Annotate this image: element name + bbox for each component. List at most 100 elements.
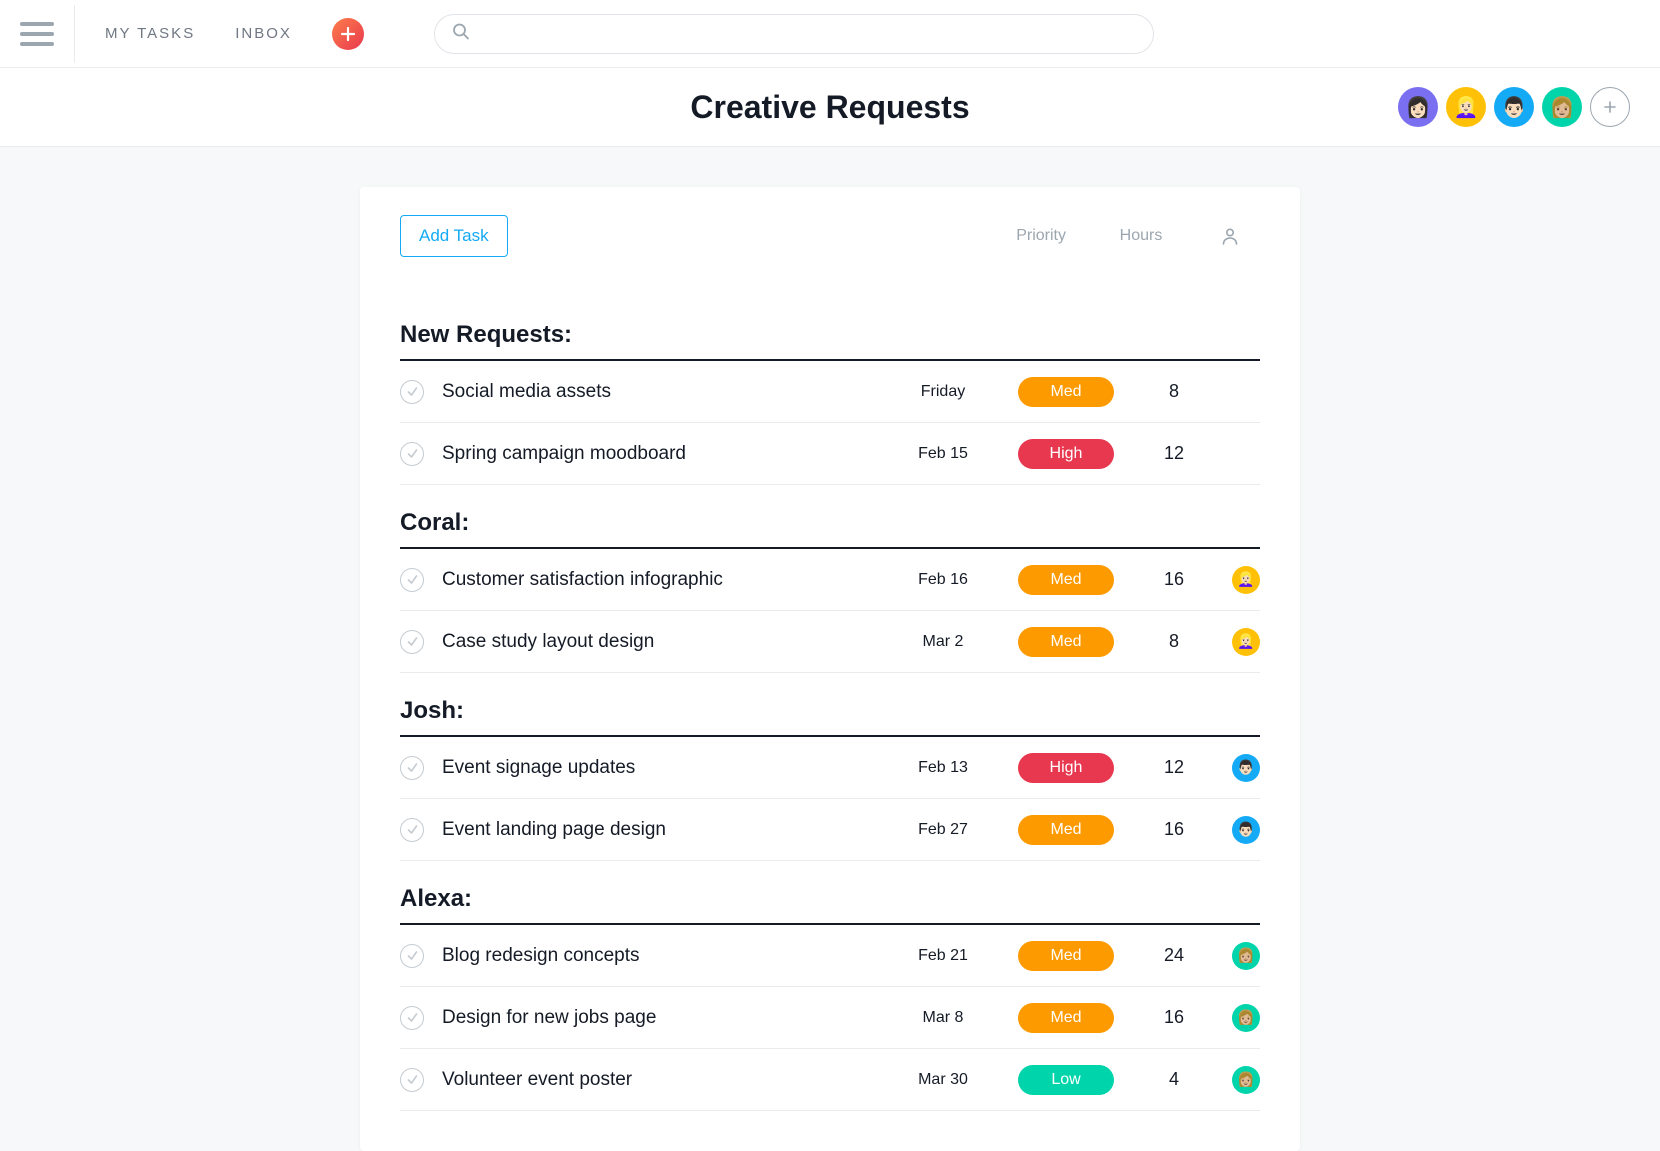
section-title[interactable]: Coral:	[400, 485, 1260, 549]
task-title: Event landing page design	[442, 819, 898, 841]
user-icon	[1220, 226, 1240, 246]
search-wrap	[434, 14, 1154, 54]
task-date: Friday	[898, 383, 988, 401]
task-title: Customer satisfaction infographic	[442, 569, 898, 591]
task-row[interactable]: Customer satisfaction infographicFeb 16 M…	[400, 549, 1260, 611]
complete-checkbox[interactable]	[400, 380, 424, 404]
task-title: Spring campaign moodboard	[442, 443, 898, 465]
task-title: Event signage updates	[442, 757, 898, 779]
task-hours: 12	[1154, 443, 1194, 464]
task-row[interactable]: Blog redesign conceptsFeb 21 Med 24 👩🏼	[400, 925, 1260, 987]
menu-toggle[interactable]	[20, 17, 54, 51]
section: New Requests: Social media assetsFriday Me…	[360, 297, 1300, 485]
priority-pill[interactable]: High	[1018, 439, 1114, 469]
task-hours: 8	[1154, 381, 1194, 402]
plus-icon	[340, 26, 356, 42]
assignee-header	[1216, 226, 1244, 246]
task-assignee[interactable]: 👩🏼	[1232, 1004, 1260, 1032]
task-row[interactable]: Event signage updatesFeb 13High12👨🏻	[400, 737, 1260, 799]
check-icon	[406, 1011, 419, 1024]
priority-pill[interactable]: Med	[1018, 565, 1114, 595]
add-member-button[interactable]	[1590, 87, 1630, 127]
task-assignee[interactable]: 👱🏻‍♀️	[1232, 566, 1260, 594]
member-avatar[interactable]: 👩🏻	[1398, 87, 1438, 127]
search-icon	[452, 22, 470, 45]
nav-my-tasks[interactable]: MY TASKS	[105, 25, 195, 42]
priority-pill[interactable]: Med	[1018, 377, 1114, 407]
section: Josh:Event signage updatesFeb 13High12👨🏻…	[360, 673, 1300, 861]
task-row[interactable]: Volunteer event posterMar 30 Low 4 👩🏼	[400, 1049, 1260, 1111]
member-avatar[interactable]: 👨🏻	[1494, 87, 1534, 127]
task-date: Feb 15	[898, 445, 988, 463]
assignee-avatar: 👩🏼	[1232, 1004, 1260, 1032]
task-title: Social media assets	[442, 381, 898, 403]
member-avatar[interactable]: 👱🏻‍♀️	[1446, 87, 1486, 127]
plus-icon	[1602, 99, 1618, 115]
member-avatar[interactable]: 👩🏼	[1542, 87, 1582, 127]
task-title: Blog redesign concepts	[442, 945, 898, 967]
section-title[interactable]: Josh:	[400, 673, 1260, 737]
complete-checkbox[interactable]	[400, 756, 424, 780]
nav-inbox[interactable]: INBOX	[235, 25, 292, 42]
column-headers: Priority Hours	[1016, 226, 1244, 246]
task-hours: 16	[1154, 819, 1194, 840]
task-date: Feb 16	[898, 571, 988, 589]
task-assignee[interactable]: 👨🏻	[1232, 754, 1260, 782]
assignee-avatar: 👨🏻	[1232, 816, 1260, 844]
check-icon	[406, 635, 419, 648]
hours-header: Hours	[1116, 227, 1166, 245]
task-title: Case study layout design	[442, 631, 898, 653]
task-date: Mar 30	[898, 1071, 988, 1089]
section-title[interactable]: New Requests:	[400, 297, 1260, 361]
check-icon	[406, 573, 419, 586]
search-input[interactable]	[434, 14, 1154, 54]
task-row[interactable]: Event landing page designFeb 27 Med 16 👨🏻	[400, 799, 1260, 861]
task-row[interactable]: Spring campaign moodboardFeb 15 High 12	[400, 423, 1260, 485]
section: Alexa: Blog redesign conceptsFeb 21 Med 24 👩…	[360, 861, 1300, 1111]
task-hours: 24	[1154, 945, 1194, 966]
page-title: Creative Requests	[690, 89, 969, 126]
section-title[interactable]: Alexa:	[400, 861, 1260, 925]
assignee-avatar: 👩🏼	[1232, 1066, 1260, 1094]
priority-pill[interactable]: Med	[1018, 1003, 1114, 1033]
task-date: Feb 13	[898, 759, 988, 777]
check-icon	[406, 761, 419, 774]
task-date: Feb 27	[898, 821, 988, 839]
check-icon	[406, 1073, 419, 1086]
task-date: Mar 2	[898, 633, 988, 651]
priority-pill[interactable]: Med	[1018, 627, 1114, 657]
task-title: Volunteer event poster	[442, 1069, 898, 1091]
priority-header: Priority	[1016, 227, 1066, 245]
task-assignee[interactable]: 👨🏻	[1232, 816, 1260, 844]
priority-pill[interactable]: Med	[1018, 815, 1114, 845]
task-assignee[interactable]: 👱🏻‍♀️	[1232, 628, 1260, 656]
complete-checkbox[interactable]	[400, 1068, 424, 1092]
priority-pill[interactable]: Med	[1018, 941, 1114, 971]
priority-pill[interactable]: High	[1018, 753, 1114, 783]
complete-checkbox[interactable]	[400, 1006, 424, 1030]
task-title: Design for new jobs page	[442, 1007, 898, 1029]
task-row[interactable]: Design for new jobs pageMar 8Med16👩🏼	[400, 987, 1260, 1049]
task-row[interactable]: Case study layout designMar 2 Med 8 👱🏻‍♀️	[400, 611, 1260, 673]
task-assignee[interactable]: 👩🏼	[1232, 1066, 1260, 1094]
divider	[74, 5, 75, 63]
task-hours: 8	[1154, 631, 1194, 652]
add-task-button[interactable]: Add Task	[400, 215, 508, 257]
toolbar: Add Task Priority Hours	[360, 187, 1300, 297]
check-icon	[406, 385, 419, 398]
task-hours: 16	[1154, 569, 1194, 590]
assignee-avatar: 👱🏻‍♀️	[1232, 628, 1260, 656]
task-hours: 4	[1154, 1069, 1194, 1090]
task-row[interactable]: Social media assetsFriday Med 8	[400, 361, 1260, 423]
add-button[interactable]	[332, 18, 364, 50]
main-panel: Add Task Priority Hours New Requests:Soc…	[360, 187, 1300, 1151]
task-hours: 16	[1154, 1007, 1194, 1028]
complete-checkbox[interactable]	[400, 818, 424, 842]
priority-pill[interactable]: Low	[1018, 1065, 1114, 1095]
complete-checkbox[interactable]	[400, 630, 424, 654]
task-date: Feb 21	[898, 947, 988, 965]
complete-checkbox[interactable]	[400, 442, 424, 466]
task-assignee[interactable]: 👩🏼	[1232, 942, 1260, 970]
complete-checkbox[interactable]	[400, 568, 424, 592]
complete-checkbox[interactable]	[400, 944, 424, 968]
